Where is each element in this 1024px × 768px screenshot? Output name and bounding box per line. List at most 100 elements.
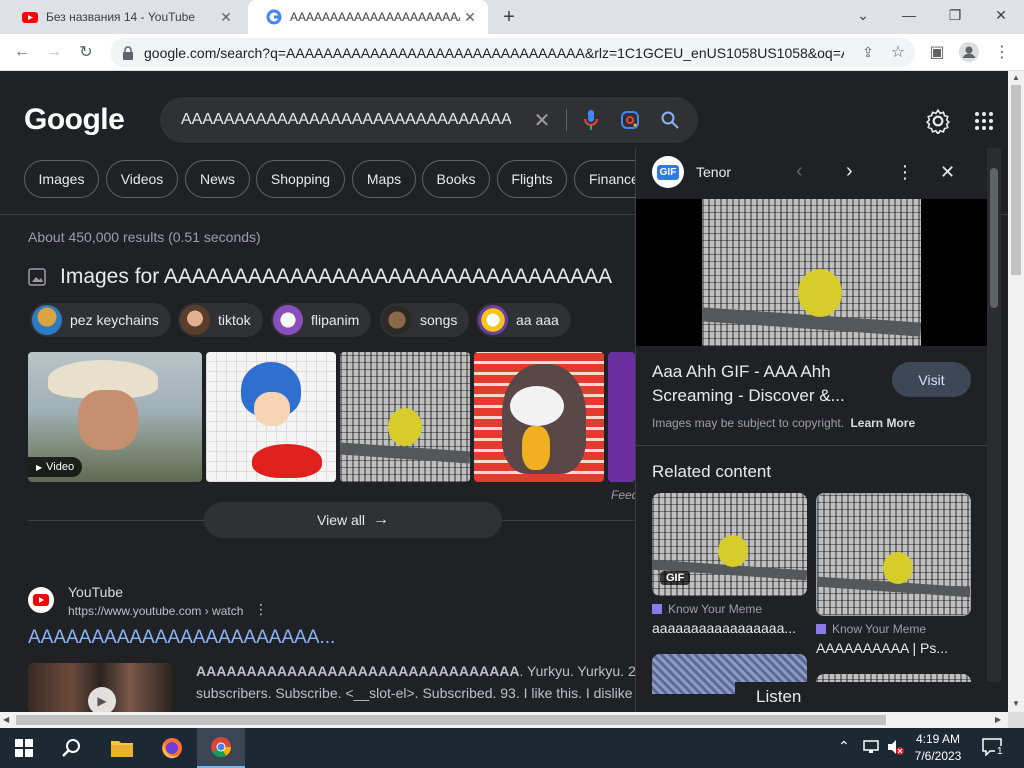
related-card[interactable]: Know Your Meme AAAAAAAAAA | Ps... (816, 493, 971, 656)
new-tab-icon[interactable]: + (498, 6, 520, 28)
related-image[interactable] (816, 493, 971, 616)
arrow-right-icon: → (373, 511, 389, 528)
clear-search-icon[interactable]: ✕ (530, 108, 554, 132)
related-image[interactable]: GIF (652, 493, 807, 596)
system-clock[interactable]: 4:19 AM 7/6/2023 (908, 731, 968, 765)
prev-image-icon[interactable]: ‹ (796, 160, 803, 183)
divider (566, 109, 567, 131)
horizontal-scrollbar[interactable]: ◀ ▶ (0, 712, 1008, 728)
apps-grid-icon[interactable] (974, 111, 994, 131)
preview-image[interactable] (701, 199, 922, 346)
panel-source[interactable]: Tenor (696, 164, 731, 180)
menu-kebab-icon[interactable]: ⋮ (990, 40, 1014, 64)
images-heading[interactable]: Images for AAAAAAAAAAAAAAAAAAAAAAAAAAAAA… (28, 263, 612, 291)
chip-videos[interactable]: Videos (106, 160, 178, 198)
search-icon[interactable] (48, 728, 96, 768)
face-shape (78, 390, 138, 450)
close-tab-icon[interactable]: ✕ (460, 9, 480, 26)
copyright-text: Images may be subject to copyright. (652, 416, 845, 430)
related-source-name: Know Your Meme (668, 602, 763, 616)
tab-search-icon[interactable]: ⌄ (840, 0, 886, 30)
bookmark-star-icon[interactable]: ☆ (886, 40, 910, 64)
image-result-cowboy[interactable]: ▶ Video (28, 352, 202, 482)
minimize-icon[interactable]: — (886, 0, 932, 30)
related-chip-songs[interactable]: songs (380, 303, 470, 337)
restore-icon[interactable]: ❐ (932, 0, 978, 30)
panel-options-icon[interactable]: ⋮ (896, 162, 914, 183)
notifications-icon[interactable]: 1 (982, 738, 1005, 758)
video-badge-label: Video (46, 461, 75, 473)
lens-camera-icon[interactable] (618, 108, 642, 132)
next-image-icon[interactable]: › (846, 160, 853, 183)
video-thumbnail[interactable]: ▶ (28, 663, 173, 712)
view-all-button[interactable]: View all → (204, 502, 502, 538)
firefox-icon[interactable] (148, 728, 196, 768)
image-result-cartoon-bird[interactable] (474, 352, 604, 482)
panel-scrollbar-track[interactable] (987, 148, 1001, 689)
chrome-icon[interactable] (197, 728, 245, 768)
vertical-scrollbar[interactable]: ▲ ▼ (1008, 71, 1024, 712)
chip-maps[interactable]: Maps (352, 160, 416, 198)
scroll-left-icon[interactable]: ◀ (3, 715, 9, 724)
search-input[interactable]: AAAAAAAAAAAAAAAAAAAAAAAAAAAAAAAA ✕ (160, 97, 698, 143)
tab-title: Без названия 14 - YouTube (46, 10, 196, 24)
site-url[interactable]: https://www.youtube.com › watch (68, 604, 243, 618)
horizontal-scroll-thumb[interactable] (16, 715, 886, 725)
chip-images[interactable]: Images (24, 160, 99, 198)
chip-label: flipanim (311, 312, 360, 328)
google-logo[interactable]: Google (24, 103, 125, 137)
related-chip-aa-aaa[interactable]: aa aaa (476, 303, 571, 337)
related-chip-flipanim[interactable]: flipanim (271, 303, 372, 337)
notification-count: 1 (995, 746, 1005, 757)
listen-bar[interactable]: Listen (735, 682, 1008, 712)
scroll-right-icon[interactable]: ▶ (995, 715, 1001, 724)
forward-icon[interactable]: → (42, 40, 66, 64)
image-result-bird-aaa[interactable] (340, 352, 470, 482)
visit-button[interactable]: Visit (892, 362, 971, 397)
side-panel-icon[interactable]: ▣ (925, 40, 949, 64)
scroll-down-icon[interactable]: ▼ (1012, 699, 1020, 708)
chip-label: songs (420, 312, 458, 328)
chip-books[interactable]: Books (422, 160, 490, 198)
copyright-note: Images may be subject to copyright. Lear… (652, 416, 915, 430)
panel-scrollbar-thumb[interactable] (990, 168, 998, 308)
image-result-sonic[interactable] (206, 352, 336, 482)
tab-youtube[interactable]: Без названия 14 - YouTube ✕ (4, 0, 244, 34)
google-icon (266, 9, 282, 25)
chip-flights[interactable]: Flights (497, 160, 567, 198)
vertical-scroll-thumb[interactable] (1011, 85, 1021, 275)
learn-more-link[interactable]: Learn More (850, 416, 915, 430)
microphone-icon[interactable] (579, 108, 603, 132)
close-tab-icon[interactable]: ✕ (216, 9, 236, 26)
network-icon[interactable] (862, 738, 880, 756)
tab-google-search[interactable]: AAAAAAAAAAAAAAAAAAAAAAA ✕ (248, 0, 488, 34)
back-icon[interactable]: ← (10, 40, 34, 64)
related-source: Know Your Meme (816, 622, 971, 636)
play-button-icon[interactable]: ▶ (88, 687, 116, 712)
settings-gear-icon[interactable] (925, 108, 951, 136)
close-window-icon[interactable]: ✕ (978, 0, 1024, 30)
windows-start-icon[interactable] (0, 728, 48, 768)
image-result-minion[interactable] (608, 352, 635, 482)
reload-icon[interactable]: ↻ (74, 40, 98, 64)
related-card[interactable]: GIF Know Your Meme aaaaaaaaaaaaaaaaa... (652, 493, 807, 636)
share-icon[interactable]: ⇪ (856, 40, 880, 64)
chip-thumbnail (273, 305, 303, 335)
related-chip-tiktok[interactable]: tiktok (178, 303, 263, 337)
site-name[interactable]: YouTube (68, 584, 123, 600)
search-icon[interactable] (658, 108, 682, 132)
file-explorer-icon[interactable] (98, 728, 146, 768)
scroll-up-icon[interactable]: ▲ (1012, 73, 1020, 82)
show-hidden-icons[interactable]: ⌃ (838, 738, 850, 755)
profile-avatar-icon[interactable] (957, 40, 981, 64)
related-chip-pez-keychains[interactable]: pez keychains (30, 303, 171, 337)
chip-shopping[interactable]: Shopping (256, 160, 345, 198)
tab-title: AAAAAAAAAAAAAAAAAAAAAAA (290, 10, 460, 24)
result-title-link[interactable]: AAAAAAAAAAAAAAAAAAAAAAA... (28, 627, 335, 649)
result-options-icon[interactable]: ⋮ (254, 601, 268, 618)
address-bar[interactable]: google.com/search?q=AAAAAAAAAAAAAAAAAAAA… (110, 38, 915, 67)
chip-news[interactable]: News (185, 160, 250, 198)
preview-title[interactable]: Aaa Ahh GIF - AAA Ahh Screaming - Discov… (652, 360, 872, 408)
close-panel-icon[interactable]: ✕ (940, 162, 955, 183)
volume-muted-icon[interactable] (886, 738, 904, 756)
